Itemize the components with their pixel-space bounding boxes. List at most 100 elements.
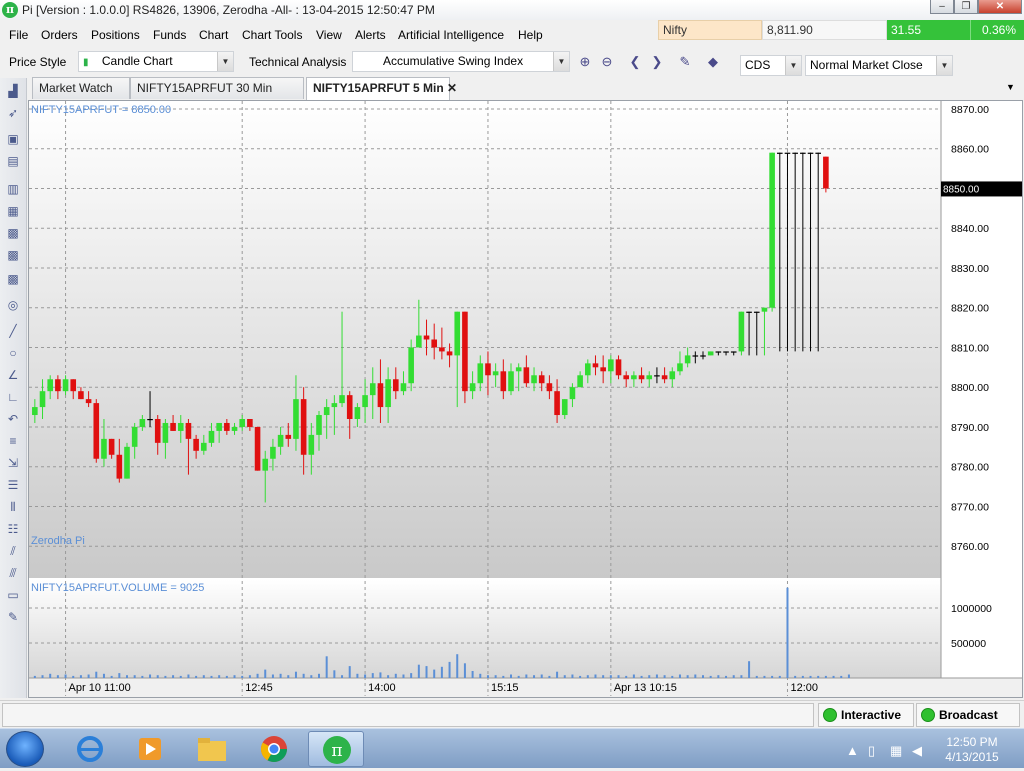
volume-icon[interactable]: ◀ xyxy=(912,743,922,759)
volume-bar xyxy=(218,675,221,678)
menu-file[interactable]: File xyxy=(9,28,28,42)
case-icon[interactable]: ▩ xyxy=(5,248,21,262)
minimize-icon[interactable]: – xyxy=(930,0,954,14)
menu-chart[interactable]: Chart xyxy=(199,28,228,42)
rectangle-tool-icon[interactable]: ▭ xyxy=(5,588,21,602)
internet-explorer-icon[interactable] xyxy=(62,731,118,767)
volume-bar xyxy=(809,675,812,678)
system-clock[interactable]: 12:50 PM 4/13/2015 xyxy=(936,735,1008,765)
candlestick-chart[interactable]: 8870.00 8860.00 8850.00 8840.00 8830.00 8820.… xyxy=(29,101,1022,697)
usb-icon[interactable]: ▯ xyxy=(868,743,875,759)
edit-icon[interactable]: ✎ xyxy=(676,53,694,71)
channel-icon[interactable]: ⫴ xyxy=(5,500,21,514)
volume-bar xyxy=(548,675,551,678)
tab-market-watch[interactable]: Market Watch xyxy=(32,77,130,99)
volume-bar xyxy=(709,675,712,678)
maximize-icon[interactable]: ❐ xyxy=(954,0,978,14)
quote-symbol[interactable]: Nifty xyxy=(658,20,762,40)
book-icon[interactable]: ▥ xyxy=(5,182,21,196)
candle-icon: ▮ xyxy=(83,57,89,68)
volume-bar xyxy=(471,671,474,678)
volume-bar xyxy=(632,674,635,678)
tab-nifty-30min[interactable]: NIFTY15APRFUT 30 Min xyxy=(130,77,304,99)
volume-bar xyxy=(732,675,735,678)
zoom-in-icon[interactable]: ⊕ xyxy=(576,53,594,71)
candle xyxy=(707,351,714,356)
fan-lines-icon[interactable]: ⫻ xyxy=(5,566,21,580)
volume-bar xyxy=(594,674,597,678)
menu-chart-tools[interactable]: Chart Tools xyxy=(242,28,302,42)
x-tick-label: 12:00 xyxy=(790,682,818,694)
y-tick-label: 8830.00 xyxy=(951,263,989,275)
save-icon[interactable]: ▣ xyxy=(5,132,21,146)
line-tool-icon[interactable]: ╱ xyxy=(5,324,21,338)
volume-bar xyxy=(502,675,505,678)
menu-orders[interactable]: Orders xyxy=(41,28,78,42)
scroll-right-icon[interactable]: ❯ xyxy=(648,53,666,71)
volume-bar xyxy=(602,675,605,678)
arc-tool-icon[interactable]: ↶ xyxy=(5,412,21,426)
menu-alerts[interactable]: Alerts xyxy=(355,28,386,42)
tabs-dropdown-icon[interactable]: ▼ xyxy=(1006,82,1015,92)
volume-bar xyxy=(141,675,144,678)
market-type-select[interactable]: Normal Market Close ▼ xyxy=(805,55,953,76)
text-tool-icon[interactable]: ✎ xyxy=(5,610,21,624)
volume-bar xyxy=(110,675,113,678)
show-hidden-icons[interactable]: ▲ xyxy=(846,743,859,758)
menu-help[interactable]: Help xyxy=(518,28,543,42)
volume-bar xyxy=(356,673,359,678)
rocket-icon[interactable]: ➶ xyxy=(5,106,21,120)
volume-bar xyxy=(425,666,428,678)
market-type-value: Normal Market Close xyxy=(810,58,923,72)
arrow-tool-icon[interactable]: ⇲ xyxy=(5,456,21,470)
window-title: Pi [Version : 1.0.0.0] RS4826, 13906, Ze… xyxy=(22,3,435,17)
network-icon[interactable]: ▦ xyxy=(890,743,902,759)
y-tick-label: 8760.00 xyxy=(951,541,989,553)
globe-icon[interactable]: ◎ xyxy=(5,298,21,312)
start-button[interactable] xyxy=(6,731,44,767)
menu-view[interactable]: View xyxy=(316,28,342,42)
chart-panel[interactable]: 8870.00 8860.00 8850.00 8840.00 8830.00 8820.… xyxy=(28,100,1023,698)
volume-bar xyxy=(763,675,766,678)
windows-taskbar: π ▲ ▯ ▦ ◀ 12:50 PM 4/13/2015 xyxy=(0,728,1024,768)
exchange-select[interactable]: CDS ▼ xyxy=(740,55,802,76)
close-icon[interactable]: ✕ xyxy=(978,0,1022,14)
volume-bar xyxy=(479,673,482,678)
volume-bar xyxy=(617,675,620,678)
interactive-status: Interactive xyxy=(818,703,914,727)
book-open-icon[interactable]: ▦ xyxy=(5,204,21,218)
volume-bar xyxy=(440,666,443,678)
volume-bar xyxy=(663,675,666,678)
grid-lines-icon[interactable]: ☷ xyxy=(5,522,21,536)
price-style-select[interactable]: ▮ Candle Chart ▼ xyxy=(78,51,234,72)
parallel-lines-icon[interactable]: ⫽ xyxy=(5,544,21,558)
horizontal-lines-icon[interactable]: ≡ xyxy=(5,434,21,448)
scroll-left-icon[interactable]: ❮ xyxy=(626,53,644,71)
bar-chart-icon[interactable]: ▟ xyxy=(5,84,21,98)
y-tick-label: 8790.00 xyxy=(951,422,989,434)
ellipse-tool-icon[interactable]: ○ xyxy=(5,346,21,360)
menu-positions[interactable]: Positions xyxy=(91,28,140,42)
zerodha-pi-taskbar-icon[interactable]: π xyxy=(308,731,364,767)
menu-funds[interactable]: Funds xyxy=(153,28,186,42)
menu-artificial-intelligence[interactable]: Artificial Intelligence xyxy=(398,28,504,42)
price-style-value: Candle Chart xyxy=(101,54,173,68)
volume-bar xyxy=(832,675,835,678)
x-tick-label: 15:15 xyxy=(491,682,519,694)
technical-analysis-select[interactable]: Accumulative Swing Index ▼ xyxy=(352,51,570,72)
file-explorer-icon[interactable] xyxy=(184,731,240,767)
quote-change: 31.55 xyxy=(887,20,970,40)
close-tab-icon[interactable]: ✕ xyxy=(447,81,457,95)
chrome-icon[interactable] xyxy=(246,731,302,767)
fib-lines-icon[interactable]: ☰ xyxy=(5,478,21,492)
x-tick-label: 12:45 xyxy=(245,682,273,694)
angle-tool-icon[interactable]: ∠ xyxy=(5,368,21,382)
briefcase-icon[interactable]: ▩ xyxy=(5,226,21,240)
zoom-out-icon[interactable]: ⊖ xyxy=(598,53,616,71)
bag-icon[interactable]: ▩ xyxy=(5,272,21,286)
media-player-icon[interactable] xyxy=(122,731,178,767)
angle-line-icon[interactable]: ∟ xyxy=(5,390,21,404)
window-icon[interactable]: ▤ xyxy=(5,154,21,168)
eraser-icon[interactable]: ◆ xyxy=(704,53,722,71)
tab-nifty-5min[interactable]: NIFTY15APRFUT 5 Min ✕ xyxy=(306,77,457,100)
